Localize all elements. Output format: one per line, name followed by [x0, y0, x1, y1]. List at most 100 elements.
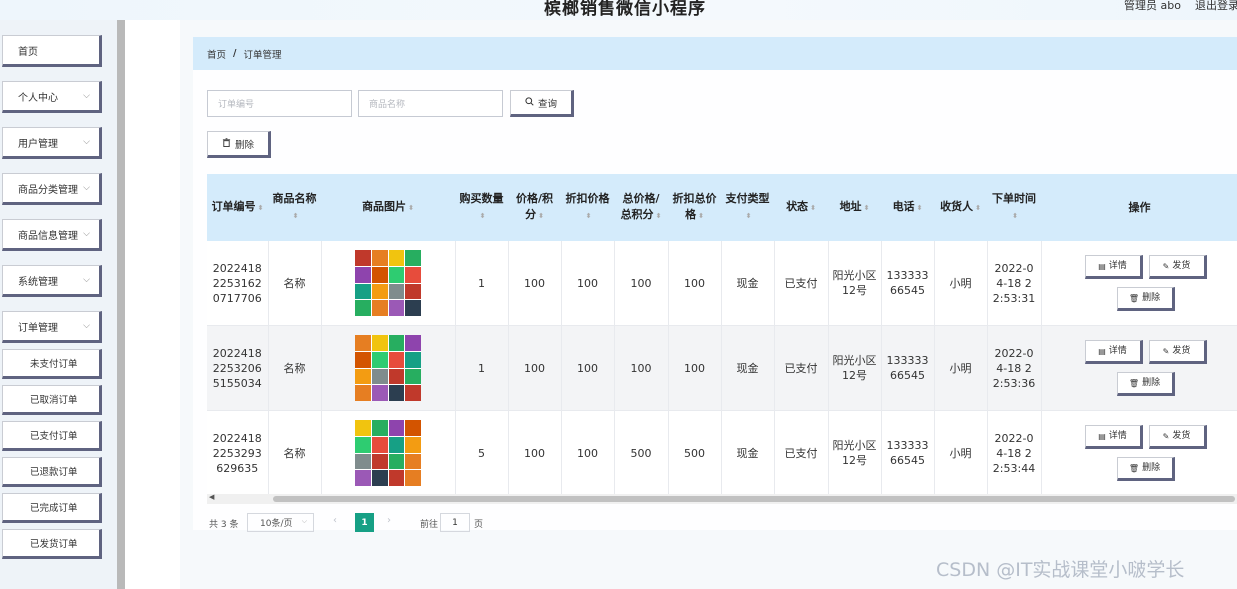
- product-image-cell: [321, 241, 456, 326]
- breadcrumb-home[interactable]: 首页: [207, 47, 226, 61]
- batch-delete-label: 删除: [234, 139, 254, 151]
- column-header-label: 下单时间: [992, 192, 1036, 205]
- order-number-input[interactable]: 订单编号: [207, 90, 352, 117]
- ship-button-label: 发货: [1172, 430, 1191, 441]
- batch-delete-button[interactable]: 删除: [207, 131, 271, 158]
- column-header-label: 电话: [892, 200, 915, 213]
- column-header[interactable]: 折扣总价格 ⬍: [668, 174, 721, 241]
- goto-page-input[interactable]: 1: [440, 513, 470, 532]
- sidebar-item[interactable]: 个人中心 ⌵: [2, 81, 102, 113]
- sidebar-item[interactable]: 首页: [2, 35, 102, 67]
- logout-link[interactable]: 退出登录: [1195, 0, 1237, 13]
- sort-icon[interactable]: ⬍: [656, 212, 662, 220]
- sort-icon[interactable]: ⬍: [1012, 212, 1018, 220]
- table-row: 20224182253293629635 名称 5 100 100 500 500 现金 已支付…: [207, 410, 1237, 494]
- ship-button[interactable]: ✎ 发货: [1148, 340, 1207, 364]
- sort-icon[interactable]: ⬍: [408, 204, 414, 212]
- scroll-left-icon[interactable]: ◀: [209, 493, 214, 501]
- sidebar-subitem[interactable]: 已完成订单: [2, 493, 102, 523]
- page-size-select[interactable]: 10条/页 ⌵: [247, 513, 314, 532]
- cell-receiver: 小明: [934, 410, 988, 494]
- sort-icon[interactable]: ⬍: [864, 204, 870, 212]
- column-header: 操作: [1041, 174, 1237, 241]
- prev-page-icon[interactable]: ‹: [333, 515, 337, 526]
- column-header[interactable]: 商品名称 ⬍: [268, 174, 321, 241]
- sort-icon[interactable]: ⬍: [480, 212, 486, 220]
- column-header[interactable]: 状态 ⬍: [774, 174, 828, 241]
- chevron-down-icon: ⌵: [83, 137, 90, 147]
- cell-name: 名称: [268, 325, 322, 411]
- column-header[interactable]: 下单时间 ⬍: [987, 174, 1041, 241]
- sort-icon[interactable]: ⬍: [917, 204, 923, 212]
- sidebar-subitem-label: 已取消订单: [30, 395, 78, 406]
- sidebar-item[interactable]: 用户管理 ⌵: [2, 127, 102, 159]
- chevron-down-icon: ⌵: [83, 183, 90, 193]
- cell-order-no: 202241822531620717706: [207, 241, 269, 326]
- query-button[interactable]: 查询: [510, 90, 574, 117]
- column-header[interactable]: 订单编号 ⬍: [207, 174, 268, 241]
- next-page-icon[interactable]: ›: [387, 515, 391, 526]
- document-icon: ▤: [1098, 346, 1106, 356]
- ship-button[interactable]: ✎ 发货: [1148, 255, 1207, 279]
- sidebar-subitem[interactable]: 已退款订单: [2, 457, 102, 487]
- table-horizontal-scrollbar[interactable]: ◀: [207, 493, 1237, 504]
- sort-icon[interactable]: ⬍: [698, 212, 704, 220]
- detail-button[interactable]: ▤ 详情: [1084, 340, 1143, 364]
- sort-icon[interactable]: ⬍: [258, 204, 264, 212]
- sidebar-subitem[interactable]: 已支付订单: [2, 421, 102, 451]
- cell-name: 名称: [268, 410, 322, 494]
- cell-time: 2022-04-18 22:53:31: [987, 241, 1042, 326]
- orders-table: 订单编号 ⬍ 商品名称⬍ 商品图片 ⬍ 购买数量⬍ 价格/积分 ⬍ 折扣价格⬍ 总价格/总积分 ⬍ 折…: [207, 174, 1237, 494]
- delete-button[interactable]: 🗑 删除: [1116, 287, 1175, 311]
- sidebar-subitem-label: 已发货订单: [30, 539, 78, 550]
- sidebar-item[interactable]: 商品分类管理 ⌵: [2, 173, 102, 205]
- sidebar-subitem[interactable]: 未支付订单: [2, 349, 102, 379]
- column-header[interactable]: 商品图片 ⬍: [321, 174, 455, 241]
- sort-icon[interactable]: ⬍: [746, 212, 752, 220]
- current-page-button[interactable]: 1: [355, 513, 374, 532]
- sidebar-scrollbar[interactable]: [117, 20, 125, 589]
- sidebar-subitem-label: 已完成订单: [30, 503, 78, 514]
- product-image[interactable]: [355, 420, 421, 486]
- product-name-input[interactable]: 商品名称: [358, 90, 503, 117]
- page-suffix: 页: [474, 520, 484, 530]
- chevron-down-icon: ⌵: [301, 517, 307, 525]
- sort-icon[interactable]: ⬍: [586, 212, 592, 220]
- sidebar-item-label: 首页: [18, 46, 38, 58]
- watermark: CSDN @IT实战课堂小啵学长: [936, 559, 1185, 581]
- sidebar-item[interactable]: 商品信息管理 ⌵: [2, 219, 102, 251]
- sort-icon[interactable]: ⬍: [293, 212, 299, 220]
- sort-icon[interactable]: ⬍: [810, 204, 816, 212]
- delete-button[interactable]: 🗑 删除: [1116, 372, 1175, 396]
- table-header-row: 订单编号 ⬍ 商品名称⬍ 商品图片 ⬍ 购买数量⬍ 价格/积分 ⬍ 折扣价格⬍ 总价格/总积分 ⬍ 折…: [207, 174, 1237, 241]
- column-header[interactable]: 总价格/总积分 ⬍: [614, 174, 668, 241]
- trash-icon: 🗑: [1128, 293, 1140, 303]
- column-header[interactable]: 购买数量 ⬍: [455, 174, 508, 241]
- sidebar-subitem[interactable]: 已发货订单: [2, 529, 102, 559]
- cell-discount: 100: [561, 410, 615, 494]
- column-header[interactable]: 收货人 ⬍: [934, 174, 987, 241]
- product-image[interactable]: [355, 335, 421, 401]
- column-header[interactable]: 电话 ⬍: [881, 174, 934, 241]
- column-header[interactable]: 支付类型 ⬍: [721, 174, 774, 241]
- delete-button[interactable]: 🗑 删除: [1116, 457, 1175, 481]
- goto-label: 前往: [420, 520, 439, 530]
- sidebar-item[interactable]: 订单管理 ⌵: [2, 311, 102, 343]
- column-header[interactable]: 地址 ⬍: [828, 174, 881, 241]
- scrollbar-thumb[interactable]: [273, 496, 1235, 502]
- operations-cell: ▤ 详情 ✎ 发货 🗑 删除: [1041, 325, 1237, 411]
- sort-icon[interactable]: ⬍: [538, 212, 544, 220]
- sidebar-item[interactable]: 系统管理 ⌵: [2, 265, 102, 297]
- ship-button[interactable]: ✎ 发货: [1148, 425, 1207, 449]
- cell-discount: 100: [561, 241, 615, 326]
- cell-address: 阳光小区12号: [828, 241, 882, 326]
- product-image[interactable]: [355, 250, 421, 316]
- sidebar-subitem[interactable]: 已取消订单: [2, 385, 102, 415]
- page-size-value: 10条/页: [260, 519, 293, 529]
- detail-button[interactable]: ▤ 详情: [1084, 255, 1143, 279]
- detail-button[interactable]: ▤ 详情: [1084, 425, 1143, 449]
- operations-cell: ▤ 详情 ✎ 发货 🗑 删除: [1041, 410, 1237, 494]
- column-header[interactable]: 价格/积分 ⬍: [508, 174, 561, 241]
- sort-icon[interactable]: ⬍: [975, 204, 981, 212]
- column-header[interactable]: 折扣价格 ⬍: [561, 174, 614, 241]
